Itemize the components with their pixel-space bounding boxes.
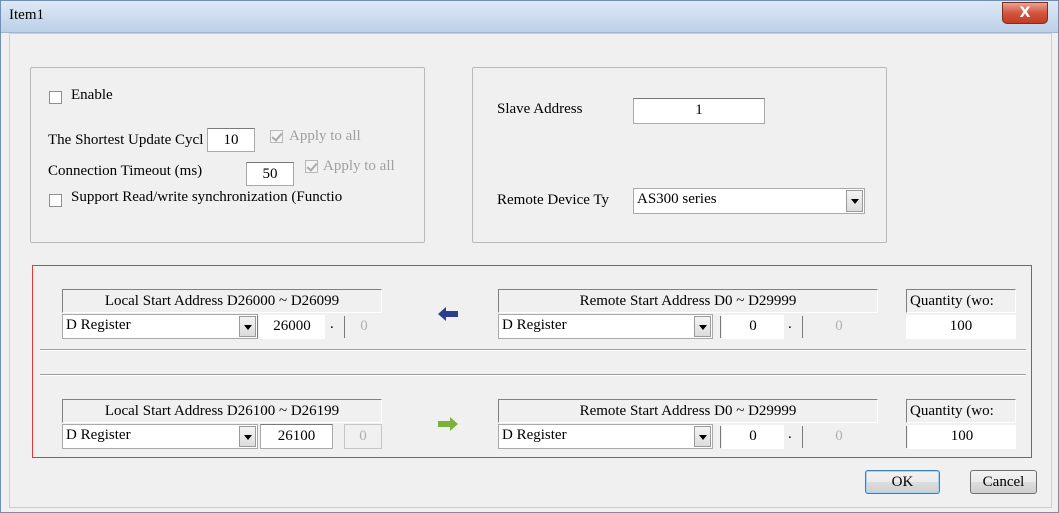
quantity-header: Quantity (wo: <box>906 289 1016 313</box>
apply-all-update-label: Apply to all <box>289 128 361 144</box>
apply-all-timeout-label: Apply to all <box>323 158 395 174</box>
field-separator <box>720 426 721 448</box>
local-bit-input[interactable]: 0 <box>344 424 382 449</box>
right-arrow-icon <box>438 417 458 431</box>
sync-label: Support Read/write synchronization (Func… <box>71 189 343 205</box>
row-divider <box>40 349 1026 351</box>
sync-checkbox[interactable] <box>49 194 62 207</box>
timeout-label: Connection Timeout (ms) <box>48 163 203 179</box>
field-separator <box>802 426 803 448</box>
chevron-down-icon[interactable] <box>694 316 711 337</box>
field-separator <box>344 316 345 338</box>
remote-address-header: Remote Start Address D0 ~ D29999 <box>498 289 878 313</box>
remote-bit-input[interactable]: 0 <box>804 425 874 449</box>
field-separator <box>802 316 803 338</box>
local-type-value: D Register <box>66 427 131 443</box>
local-bit-input[interactable]: 0 <box>346 315 382 339</box>
chevron-down-icon[interactable] <box>239 316 256 337</box>
slave-address-input[interactable]: 1 <box>633 98 765 124</box>
row-divider <box>40 374 1026 376</box>
window-title: Item1 <box>9 7 44 23</box>
local-address-input[interactable]: 26100 <box>260 424 333 449</box>
close-button[interactable]: X <box>1002 2 1048 24</box>
close-icon: X <box>1019 5 1031 21</box>
quantity-input[interactable]: 100 <box>906 315 1016 339</box>
chevron-down-icon[interactable] <box>846 190 863 212</box>
remote-bit-input[interactable]: 0 <box>804 315 874 339</box>
cancel-button[interactable]: Cancel <box>970 470 1037 494</box>
shortest-update-input[interactable]: 10 <box>207 128 255 152</box>
slave-settings-group: Slave Address 1 Remote Device Ty AS300 s… <box>472 67 887 243</box>
local-type-select[interactable]: D Register <box>62 424 258 449</box>
local-type-select[interactable]: D Register <box>62 314 258 339</box>
timeout-input[interactable]: 50 <box>246 162 294 186</box>
remote-address-separator: . <box>788 316 792 332</box>
remote-address-input[interactable]: 0 <box>722 425 784 449</box>
local-address-header: Local Start Address D26000 ~ D26099 <box>62 289 382 313</box>
quantity-input[interactable]: 100 <box>908 425 1016 449</box>
remote-address-separator: . <box>788 426 792 442</box>
remote-address-input[interactable]: 0 <box>722 315 784 339</box>
device-type-label: Remote Device Ty <box>497 192 609 208</box>
dialog-body: Enable The Shortest Update Cycl 10 Apply… <box>9 33 1052 508</box>
title-bar[interactable]: Item1 X <box>1 1 1058 33</box>
field-separator <box>906 426 907 448</box>
shortest-update-label: The Shortest Update Cycl <box>48 132 204 148</box>
device-type-select[interactable]: AS300 series <box>633 188 865 214</box>
local-address-separator: . <box>330 316 334 332</box>
slave-address-label: Slave Address <box>497 101 583 117</box>
apply-all-timeout-checkbox[interactable] <box>305 160 318 173</box>
remote-type-value: D Register <box>502 317 567 333</box>
left-arrow-icon <box>438 307 458 321</box>
local-address-header: Local Start Address D26100 ~ D26199 <box>62 399 382 423</box>
quantity-header: Quantity (wo: <box>906 399 1016 423</box>
general-settings-group: Enable The Shortest Update Cycl 10 Apply… <box>30 67 425 243</box>
enable-checkbox[interactable] <box>49 91 62 104</box>
remote-type-select[interactable]: D Register <box>498 314 713 339</box>
apply-all-update-checkbox[interactable] <box>270 130 283 143</box>
local-address-input[interactable]: 26000 <box>259 315 325 339</box>
dialog-window: Item1 X Enable The Shortest Update Cycl … <box>0 0 1059 513</box>
chevron-down-icon[interactable] <box>239 426 256 447</box>
enable-label: Enable <box>71 87 113 103</box>
field-separator <box>720 316 721 338</box>
field-separator <box>257 316 258 338</box>
ok-button[interactable]: OK <box>865 470 940 494</box>
remote-type-value: D Register <box>502 427 567 443</box>
chevron-down-icon[interactable] <box>694 426 711 447</box>
remote-address-header: Remote Start Address D0 ~ D29999 <box>498 399 878 423</box>
remote-type-select[interactable]: D Register <box>498 424 713 449</box>
local-type-value: D Register <box>66 317 131 333</box>
device-type-value: AS300 series <box>637 191 717 207</box>
